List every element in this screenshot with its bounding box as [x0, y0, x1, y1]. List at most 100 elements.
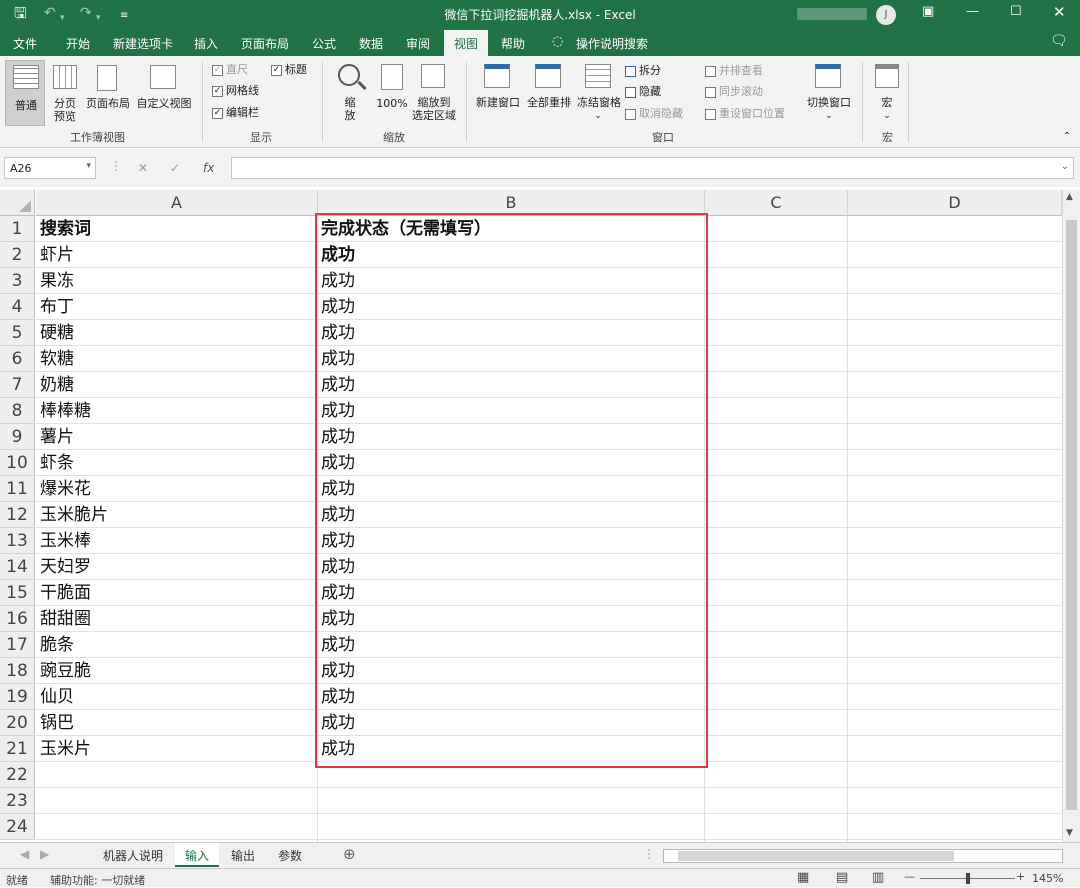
freeze-dropdown-icon[interactable]: ⌄ [592, 110, 604, 123]
split-button[interactable]: 拆分 [625, 65, 661, 77]
cell-a[interactable]: 仙贝 [36, 684, 317, 710]
row-header[interactable]: 21 [0, 736, 35, 762]
formula-input[interactable]: ⌄ [231, 157, 1074, 179]
page-break-status-icon[interactable]: ▥ [872, 870, 884, 885]
tab-page-layout[interactable]: 页面布局 [241, 35, 289, 52]
horizontal-scrollbar[interactable] [663, 849, 1063, 863]
scroll-thumb[interactable] [1066, 220, 1077, 810]
macros-button[interactable]: 宏 [876, 96, 898, 109]
undo-icon[interactable]: ↶ [44, 4, 56, 22]
unhide-button[interactable]: 取消隐藏 [625, 108, 683, 120]
macros-dropdown-icon[interactable]: ⌄ [881, 110, 893, 123]
cell-a[interactable]: 脆条 [36, 632, 317, 658]
sync-scroll-button[interactable]: 同步滚动 [705, 86, 763, 98]
cell-a[interactable]: 薯片 [36, 424, 317, 450]
redo-dropdown-icon[interactable]: ▾ [96, 9, 101, 27]
page-layout-status-icon[interactable]: ▤ [836, 870, 848, 885]
cell-a[interactable]: 软糖 [36, 346, 317, 372]
sheet-tab-robot-instructions[interactable]: 机器人说明 [103, 847, 163, 864]
page-break-preview-button[interactable]: 分页 预览 [47, 97, 83, 123]
zoom-slider-thumb[interactable] [966, 873, 970, 884]
row-header[interactable]: 19 [0, 684, 35, 710]
tab-review[interactable]: 审阅 [406, 35, 430, 52]
tab-view[interactable]: 视图 [444, 30, 488, 56]
tab-data[interactable]: 数据 [359, 35, 383, 52]
row-header[interactable]: 6 [0, 346, 35, 372]
cell-a[interactable] [36, 762, 317, 788]
cell-a[interactable]: 甜甜圈 [36, 606, 317, 632]
row-header[interactable]: 3 [0, 268, 35, 294]
horizontal-scroll-thumb[interactable] [678, 851, 954, 861]
name-box-dropdown-icon[interactable]: ▾ [86, 161, 91, 171]
cell-a[interactable]: 果冻 [36, 268, 317, 294]
save-icon[interactable]: 🖫 [14, 4, 27, 22]
cell-a[interactable]: 玉米片 [36, 736, 317, 762]
cell-b[interactable] [317, 788, 704, 814]
sheet-tab-params[interactable]: 参数 [278, 847, 302, 864]
tab-formulas[interactable]: 公式 [312, 35, 336, 52]
customize-quick-access-icon[interactable]: ≡ [120, 7, 128, 25]
zoom-button[interactable]: 缩放 [338, 96, 362, 122]
column-header-c[interactable]: C [705, 190, 848, 216]
cell-a[interactable]: 棒棒糖 [36, 398, 317, 424]
redo-icon[interactable]: ↷ [80, 4, 92, 22]
cell-a[interactable]: 豌豆脆 [36, 658, 317, 684]
row-header[interactable]: 20 [0, 710, 35, 736]
zoom-out-icon[interactable]: — [904, 870, 915, 883]
row-header[interactable]: 5 [0, 320, 35, 346]
row-header[interactable]: 13 [0, 528, 35, 554]
normal-view-status-icon[interactable]: ▦ [797, 870, 809, 885]
view-side-by-side-button[interactable]: 并排查看 [705, 65, 763, 77]
arrange-all-button[interactable]: 全部重排 [523, 96, 575, 109]
tab-new-tab[interactable]: 新建选项卡 [113, 35, 173, 52]
cell-a[interactable]: 布丁 [36, 294, 317, 320]
worksheet-grid[interactable]: A B C D 1 搜索词 完成状态（无需填写） 2 虾片 成功 3 果冻 成功 4 布丁 成功 5 硬糖… [0, 190, 1080, 842]
tab-scroll-left-icon[interactable]: ◀ [20, 847, 29, 861]
row-header[interactable]: 10 [0, 450, 35, 476]
scroll-up-icon[interactable]: ▲ [1066, 192, 1073, 202]
page-layout-button[interactable]: 页面布局 [84, 97, 132, 110]
row-header[interactable]: 12 [0, 502, 35, 528]
minimize-icon[interactable]: — [966, 4, 979, 19]
row-header[interactable]: 17 [0, 632, 35, 658]
reset-window-position-button[interactable]: 重设窗口位置 [705, 108, 785, 120]
tab-help[interactable]: 帮助 [501, 35, 525, 52]
cell-a[interactable]: 搜索词 [36, 216, 317, 242]
accessibility-status[interactable]: 辅助功能: 一切就绪 [50, 872, 145, 888]
cell-a[interactable]: 玉米棒 [36, 528, 317, 554]
row-header[interactable]: 24 [0, 814, 35, 840]
custom-views-button[interactable]: 自定义视图 [134, 97, 194, 110]
column-header-a[interactable]: A [36, 190, 318, 216]
row-header[interactable]: 4 [0, 294, 35, 320]
tab-file[interactable]: 文件 [13, 35, 37, 52]
close-icon[interactable]: ✕ [1053, 3, 1066, 21]
normal-view-button[interactable]: 普通 [5, 60, 45, 126]
row-header[interactable]: 16 [0, 606, 35, 632]
cell-a[interactable]: 奶糖 [36, 372, 317, 398]
cell-a[interactable] [36, 814, 317, 840]
tab-scroll-right-icon[interactable]: ▶ [40, 847, 49, 861]
switch-windows-dropdown-icon[interactable]: ⌄ [823, 110, 835, 123]
name-box[interactable]: A26 ▾ [4, 157, 96, 179]
row-header[interactable]: 22 [0, 762, 35, 788]
cell-a[interactable]: 虾片 [36, 242, 317, 268]
vertical-scrollbar[interactable]: ▲ ▼ [1062, 190, 1080, 842]
cell-a[interactable]: 虾条 [36, 450, 317, 476]
row-header[interactable]: 23 [0, 788, 35, 814]
row-header[interactable]: 15 [0, 580, 35, 606]
cell-a[interactable] [36, 788, 317, 814]
sheet-tab-output[interactable]: 输出 [231, 847, 255, 864]
column-header-d[interactable]: D [848, 190, 1062, 216]
row-header[interactable]: 8 [0, 398, 35, 424]
zoom-level[interactable]: 145% [1032, 872, 1063, 885]
tab-split-grip-icon[interactable]: ⋮ [643, 847, 655, 861]
comments-icon[interactable]: 🗨 [1050, 33, 1068, 49]
formula-bar-checkbox[interactable]: ✓ 编辑栏 [212, 107, 259, 119]
maximize-icon[interactable]: ☐ [1010, 4, 1022, 19]
switch-windows-button[interactable]: 切换窗口 [804, 96, 854, 109]
tell-me-search[interactable]: 操作说明搜索 [576, 35, 648, 52]
new-window-button[interactable]: 新建窗口 [472, 96, 524, 109]
headings-checkbox[interactable]: ✓ 标题 [271, 64, 307, 76]
row-header[interactable]: 9 [0, 424, 35, 450]
zoom-in-icon[interactable]: + [1016, 870, 1025, 883]
